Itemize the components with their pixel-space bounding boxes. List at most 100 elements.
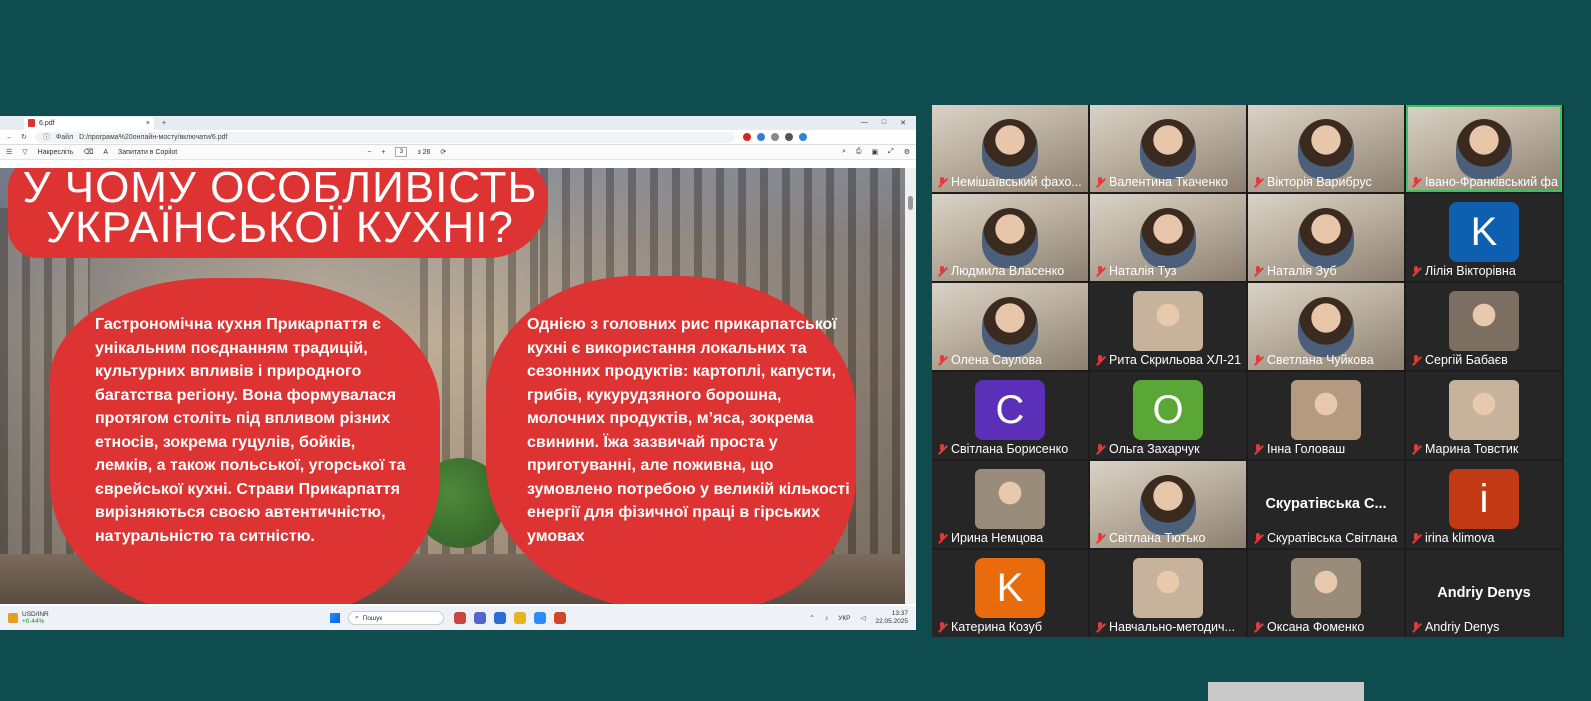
taskbar-search[interactable]: ⌕ Пошук [348, 611, 444, 625]
participant-tile[interactable]: Наталія Туз [1090, 194, 1246, 281]
explorer-icon[interactable] [514, 612, 526, 624]
participant-name-text: Немішаївський фахо... [951, 175, 1082, 189]
mic-tray-icon[interactable]: ♪ [825, 615, 828, 622]
participant-tile[interactable]: Наталія Зуб [1248, 194, 1404, 281]
close-window-icon[interactable]: ✕ [900, 119, 906, 127]
participant-tile[interactable]: Вікторія Варибрус [1248, 105, 1404, 192]
profile-icon[interactable] [784, 133, 793, 141]
participant-name-text: Катерина Козуб [951, 620, 1042, 634]
back-icon[interactable]: ← [6, 134, 13, 141]
participant-name-text: Лілія Вікторівна [1425, 264, 1516, 278]
draw-icon[interactable]: ▽ [22, 148, 27, 156]
copilot-icon[interactable] [798, 133, 807, 141]
refresh-icon[interactable]: ↻ [21, 133, 27, 141]
tab-close-icon[interactable]: × [146, 120, 150, 127]
participant-tile[interactable]: Рита Скрильова ХЛ-21 [1090, 283, 1246, 370]
participant-tile[interactable]: Оксана Фоменко [1248, 550, 1404, 637]
participant-tile[interactable]: Валентина Ткаченко [1090, 105, 1246, 192]
opera-icon[interactable] [742, 133, 751, 141]
right-paragraph: Однією з головних рис прикарпатської кух… [527, 316, 850, 545]
draw-button[interactable]: Накресліть [38, 149, 74, 156]
read-aloud-icon[interactable]: A [103, 149, 108, 156]
volume-icon[interactable]: ◁ [860, 614, 865, 622]
video-feed [1140, 119, 1196, 179]
zoom-icon[interactable] [534, 612, 546, 624]
participant-tile[interactable]: Івано-Франківський фах... [1406, 105, 1562, 192]
participant-tile[interactable]: Сергій Бабаєв [1406, 283, 1562, 370]
new-tab-button[interactable]: + [162, 120, 166, 127]
start-icon[interactable] [330, 613, 340, 623]
app-icon[interactable] [454, 612, 466, 624]
participant-name-text: Олена Саулова [951, 353, 1042, 367]
participant-tile[interactable]: Світлана Тютько [1090, 461, 1246, 548]
participant-name: Івано-Франківський фах... [1410, 175, 1558, 189]
rotate-icon[interactable]: ⟳ [440, 148, 446, 156]
video-feed [1140, 208, 1196, 268]
fullscreen-icon[interactable]: ⤢ [888, 148, 894, 156]
participant-tile[interactable]: Немішаївський фахо... [932, 105, 1088, 192]
chevron-up-icon[interactable]: ⌃ [809, 614, 814, 622]
participant-tile[interactable]: K Катерина Козуб [932, 550, 1088, 637]
video-feed [1298, 208, 1354, 268]
print-icon[interactable]: ⎙ [856, 148, 862, 156]
participant-name-text: Навчально-методич... [1109, 620, 1235, 634]
page-number-input[interactable]: 3 [395, 147, 408, 157]
slide-title: У ЧОМУ ОСОБЛИВІСТЬ УКРАЇНСЬКОЇ КУХНІ? [10, 168, 550, 250]
ask-copilot-button[interactable]: Запитати в Copilot [118, 149, 177, 156]
powerpoint-icon[interactable] [554, 612, 566, 624]
edge-icon[interactable] [494, 612, 506, 624]
participant-tile[interactable]: C Світлана Борисенко [932, 372, 1088, 459]
participant-tile[interactable]: i irina klimova [1406, 461, 1562, 548]
zoom-in-button[interactable]: + [381, 149, 385, 156]
participant-tile[interactable]: Ирина Немцова [932, 461, 1088, 548]
participant-tile[interactable]: K Лілія Вікторівна [1406, 194, 1562, 281]
participant-tile[interactable]: Марина Товстик [1406, 372, 1562, 459]
clock[interactable]: 13:37 22.05.2025 [875, 610, 908, 626]
participant-tile[interactable]: Людмила Власенко [932, 194, 1088, 281]
left-paragraph: Гастрономічна кухня Прикарпаття є унікал… [95, 316, 406, 545]
pdf-scrollbar[interactable] [905, 168, 916, 604]
ticker-widget[interactable]: USD/INR +0.44% [0, 611, 330, 625]
contents-icon[interactable]: ☰ [6, 148, 12, 156]
participant-name-text: Вікторія Варибрус [1267, 175, 1372, 189]
participant-tile[interactable]: Навчально-методич... [1090, 550, 1246, 637]
scrollbar-thumb[interactable] [908, 196, 913, 210]
participant-name: Світлана Тютько [1094, 531, 1242, 545]
participant-tile[interactable]: Andriy Denys Andriy Denys [1406, 550, 1562, 637]
browser-tab[interactable]: 6.pdf × [24, 116, 154, 130]
participant-tile[interactable]: O Ольга Захарчук [1090, 372, 1246, 459]
profile-photo [1291, 380, 1361, 440]
participant-tile[interactable]: Светлана Чуйкова [1248, 283, 1404, 370]
language-indicator[interactable]: УКР [838, 615, 850, 622]
participant-name-text: Скуратівська Світлана [1267, 531, 1398, 545]
app-icon[interactable] [474, 612, 486, 624]
muted-mic-icon [1094, 354, 1106, 366]
minimize-icon[interactable]: — [861, 119, 868, 127]
video-gallery: Немішаївський фахо... Валентина Ткаченко В… [932, 105, 1564, 637]
extension-icon[interactable] [770, 133, 779, 141]
muted-mic-icon [1094, 532, 1106, 544]
settings-icon[interactable]: ⚙ [904, 148, 910, 156]
muted-mic-icon [936, 532, 948, 544]
participant-tile[interactable]: Олена Саулова [932, 283, 1088, 370]
participant-name: Лілія Вікторівна [1410, 264, 1558, 278]
search-icon[interactable]: ⌕ [842, 148, 846, 156]
participant-name: Світлана Борисенко [936, 442, 1084, 456]
windows-taskbar: USD/INR +0.44% ⌕ Пошук ⌃ ♪ УКР ◁ 13:37 2… [0, 606, 916, 630]
save-icon[interactable]: ▣ [871, 148, 878, 156]
ticker-change: +0.44% [22, 618, 45, 625]
muted-mic-icon [1410, 265, 1422, 277]
muted-mic-icon [936, 176, 948, 188]
maximize-icon[interactable]: □ [882, 119, 886, 127]
profile-photo [1449, 380, 1519, 440]
participant-name-text: Andriy Denys [1425, 620, 1500, 634]
participant-name-text: Ольга Захарчук [1109, 442, 1200, 456]
profile-photo [1133, 291, 1203, 351]
eraser-icon[interactable]: ⌫ [83, 148, 93, 156]
participant-tile[interactable]: Інна Головаш [1248, 372, 1404, 459]
zoom-out-button[interactable]: − [367, 149, 371, 156]
extension-icon[interactable] [756, 133, 765, 141]
address-bar[interactable]: ⓘ Файл D:/програма%20онлайн-мосту/включа… [34, 131, 735, 143]
muted-mic-icon [1410, 621, 1422, 633]
participant-tile[interactable]: Скуратівська С... Скуратівська Світлана [1248, 461, 1404, 548]
